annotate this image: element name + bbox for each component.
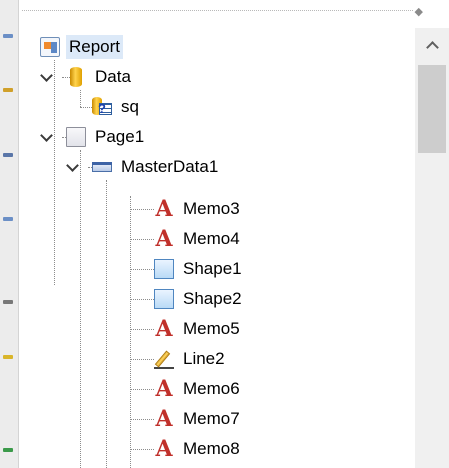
toolbar-icon[interactable]	[3, 300, 13, 304]
tree-guide-line	[130, 389, 154, 390]
tree-guide-line	[106, 180, 107, 468]
expand-toggle-page1[interactable]	[40, 130, 54, 144]
tree-guide-line	[130, 419, 154, 420]
tree-node-memo8[interactable]: A Memo8	[154, 434, 243, 464]
query-table-icon: ?	[92, 97, 112, 117]
vertical-scrollbar[interactable]	[415, 28, 449, 468]
toolbar-icon[interactable]	[3, 355, 13, 359]
tree-guide-line	[54, 60, 55, 285]
toolbar-icon[interactable]	[3, 34, 13, 38]
tree-node-memo3[interactable]: A Memo3	[154, 194, 243, 224]
toolbar-icon[interactable]	[3, 448, 13, 452]
tree-node-label: Memo5	[183, 319, 240, 338]
tree-guide-line	[130, 239, 154, 240]
tree-node-label: Shape2	[183, 289, 242, 308]
tree-node-label: Memo6	[183, 379, 240, 398]
tree-node-memo7[interactable]: A Memo7	[154, 404, 243, 434]
tree-node-report[interactable]: Report	[40, 32, 124, 62]
tree-node-data[interactable]: Data	[66, 62, 134, 92]
tree-node-label: Memo3	[183, 199, 240, 218]
data-band-icon	[92, 157, 112, 177]
tree-guide-line	[80, 150, 81, 468]
tree-guide-line	[130, 299, 154, 300]
text-memo-icon: A	[155, 406, 173, 432]
shape-icon	[154, 259, 174, 279]
database-icon	[66, 67, 86, 87]
tree-node-memo6[interactable]: A Memo6	[154, 374, 243, 404]
tree-node-memo5[interactable]: A Memo5	[154, 314, 243, 344]
tree-node-sq[interactable]: ? sq	[92, 92, 142, 122]
text-memo-icon: A	[155, 376, 173, 402]
tree-guide-line	[130, 329, 154, 330]
panel-top-border	[22, 10, 413, 11]
tree-node-masterdata1[interactable]: MasterData1	[92, 152, 221, 182]
tree-node-shape1[interactable]: Shape1	[154, 254, 245, 284]
tree-node-label: Memo7	[183, 409, 240, 428]
scrollbar-thumb[interactable]	[418, 65, 446, 153]
tree-node-shape2[interactable]: Shape2	[154, 284, 245, 314]
tree-node-label: Shape1	[183, 259, 242, 278]
scroll-up-arrow-icon[interactable]	[415, 28, 449, 62]
tree-node-label: Report	[66, 35, 124, 59]
tree-node-label: sq	[121, 97, 139, 116]
shape-icon	[154, 289, 174, 309]
tree-guide-line	[130, 196, 131, 468]
tree-guide-line	[130, 269, 154, 270]
tree-node-page1[interactable]: Page1	[66, 122, 147, 152]
text-memo-icon: A	[155, 196, 173, 222]
tree-node-label: Page1	[95, 127, 145, 146]
tree-node-line2[interactable]: Line2	[154, 344, 228, 374]
left-toolbar-strip	[0, 0, 19, 468]
text-memo-icon: A	[155, 226, 173, 252]
tree-guide-line	[130, 359, 154, 360]
text-memo-icon: A	[155, 316, 173, 342]
tree-node-memo4[interactable]: A Memo4	[154, 224, 243, 254]
report-tree[interactable]: Report Data ? sq Page1 MasterData1 A Mem…	[18, 28, 415, 468]
line-pencil-icon	[154, 349, 174, 369]
toolbar-icon[interactable]	[3, 217, 13, 221]
expand-toggle-masterdata1[interactable]	[66, 160, 80, 174]
report-icon	[40, 37, 60, 57]
panel-splitter-icon[interactable]: ◆	[415, 5, 423, 18]
tree-guide-line	[130, 209, 154, 210]
tree-node-label: MasterData1	[121, 157, 219, 176]
tree-guide-line	[130, 449, 154, 450]
tree-guide-line	[80, 90, 81, 107]
tree-node-label: Memo8	[183, 439, 240, 458]
text-memo-icon: A	[155, 436, 173, 462]
tree-node-label: Line2	[183, 349, 225, 368]
toolbar-icon[interactable]	[3, 88, 13, 92]
expand-toggle-data[interactable]	[40, 70, 54, 84]
toolbar-icon[interactable]	[3, 153, 13, 157]
tree-node-label: Data	[95, 67, 131, 86]
page-icon	[66, 127, 86, 147]
tree-node-label: Memo4	[183, 229, 240, 248]
